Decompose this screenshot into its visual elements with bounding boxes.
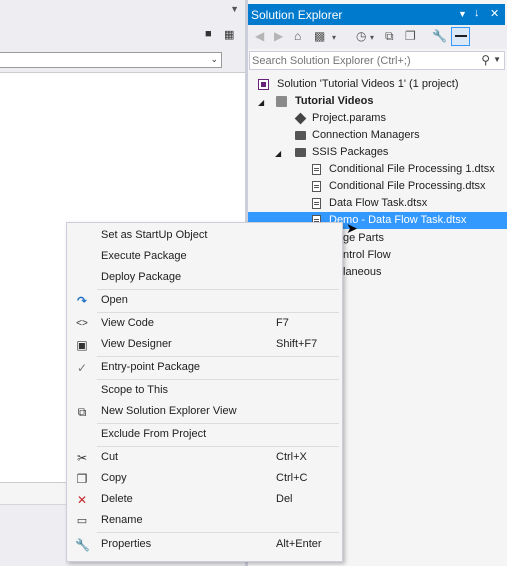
menu-separator: [97, 446, 339, 447]
menu-separator: [97, 379, 339, 380]
tree-item-package[interactable]: Conditional File Processing.dtsx: [312, 178, 505, 195]
minus-icon: [455, 35, 467, 37]
folder-icon: [295, 148, 306, 157]
search-input[interactable]: [252, 54, 472, 68]
collapse-all-icon[interactable]: ⧉: [385, 29, 394, 44]
package-icon: [312, 181, 321, 192]
menu-item-delete[interactable]: ✕ Delete Del: [67, 490, 342, 510]
close-icon[interactable]: ✕: [490, 7, 499, 20]
menu-item-view-code[interactable]: <> View Code F7: [67, 314, 342, 334]
tree-item-package[interactable]: Conditional File Processing 1.dtsx: [312, 161, 505, 178]
pin-icon[interactable]: ↓: [474, 7, 480, 19]
collapse-arrow-icon[interactable]: ◢: [258, 94, 264, 111]
menu-item-open[interactable]: ↷ Open: [67, 291, 342, 311]
tree-item-project-params[interactable]: Project.params: [293, 110, 503, 127]
back-icon[interactable]: ◀: [255, 29, 264, 43]
tree-item-solution[interactable]: Solution 'Tutorial Videos 1' (1 project): [258, 76, 503, 93]
package-icon[interactable]: ■: [205, 28, 212, 40]
chevron-down-icon[interactable]: ▾: [370, 33, 374, 42]
solution-icon: [258, 79, 269, 90]
open-icon: ↷: [76, 294, 88, 308]
solution-explorer-search[interactable]: ⚲ ▼: [249, 51, 505, 70]
menu-separator: [97, 532, 339, 533]
new-view-icon: ⧉: [77, 405, 87, 419]
tree-item-folder[interactable]: ntrol Flow: [343, 247, 503, 264]
mouse-cursor-icon: ➤: [346, 220, 358, 236]
menu-separator: [97, 289, 339, 290]
variables-icon[interactable]: ▦: [224, 28, 234, 41]
chevron-down-icon[interactable]: ▼: [493, 55, 501, 64]
preview-toggle-button[interactable]: [451, 27, 470, 46]
tree-item-folder[interactable]: ge Parts: [343, 230, 503, 247]
chevron-down-icon[interactable]: ▾: [332, 33, 336, 42]
menu-item-view-designer[interactable]: ▣ View Designer Shift+F7: [67, 335, 342, 355]
check-icon: ✓: [76, 361, 88, 375]
chevron-down-icon[interactable]: ▼: [230, 4, 239, 14]
cut-icon: ✂: [76, 451, 88, 465]
tree-item-folder[interactable]: laneous: [343, 264, 503, 281]
menu-separator: [97, 423, 339, 424]
menu-item-properties[interactable]: 🔧 Properties Alt+Enter: [67, 535, 342, 555]
tree-item-connection-managers[interactable]: Connection Managers: [293, 127, 503, 144]
solution-explorer-title: Solution Explorer: [251, 8, 343, 22]
context-menu: Set as StartUp Object Execute Package De…: [66, 222, 343, 562]
params-icon: [294, 112, 307, 125]
designer-icon: ▣: [76, 338, 88, 352]
menu-separator: [97, 356, 339, 357]
solution-explorer-toolbar: ◀ ▶ ⌂ ▩ ▾ ◷ ▾ ⧉ ❐ 🔧: [248, 25, 507, 49]
editor-toolbar: ■ ▦: [0, 24, 245, 46]
code-icon: <>: [76, 318, 88, 329]
solution-explorer-titlebar: Solution Explorer ▼ ↓ ✕: [248, 4, 505, 25]
search-icon[interactable]: ⚲: [481, 53, 490, 67]
menu-item-exclude-from-project[interactable]: Exclude From Project: [67, 425, 342, 445]
chevron-down-icon: ⌄: [210, 54, 218, 64]
rename-icon: ▭: [76, 515, 88, 527]
chevron-down-icon[interactable]: ▼: [458, 9, 467, 19]
menu-item-set-startup[interactable]: Set as StartUp Object: [67, 226, 342, 246]
menu-item-entry-point-package[interactable]: ✓ Entry-point Package: [67, 358, 342, 378]
editor-dropdown[interactable]: ⌄: [0, 52, 222, 68]
wrench-icon[interactable]: 🔧: [432, 29, 447, 43]
package-icon: [312, 198, 321, 209]
package-icon: [312, 164, 321, 175]
sync-icon[interactable]: ▩: [314, 29, 325, 43]
home-icon[interactable]: ⌂: [294, 29, 301, 43]
tree-item-project[interactable]: ◢ Tutorial Videos: [256, 93, 501, 110]
history-icon[interactable]: ◷: [356, 29, 366, 43]
tree-item-package[interactable]: Data Flow Task.dtsx: [312, 195, 505, 212]
menu-separator: [97, 312, 339, 313]
menu-item-execute-package[interactable]: Execute Package: [67, 247, 342, 267]
menu-item-scope-to-this[interactable]: Scope to This: [67, 381, 342, 401]
show-all-files-icon[interactable]: ❐: [405, 29, 416, 43]
menu-item-copy[interactable]: ❐ Copy Ctrl+C: [67, 469, 342, 489]
menu-item-rename[interactable]: ▭ Rename: [67, 511, 342, 531]
forward-icon[interactable]: ▶: [274, 29, 283, 43]
ssis-project-icon: [276, 96, 287, 107]
menu-item-deploy-package[interactable]: Deploy Package: [67, 268, 342, 288]
collapse-arrow-icon[interactable]: ◢: [275, 145, 281, 162]
wrench-icon: 🔧: [75, 538, 90, 552]
menu-item-new-solution-explorer-view[interactable]: ⧉ New Solution Explorer View: [67, 402, 342, 422]
copy-icon: ❐: [76, 472, 88, 486]
menu-item-cut[interactable]: ✂ Cut Ctrl+X: [67, 448, 342, 468]
editor-tab-strip: ▼: [0, 0, 245, 22]
delete-icon: ✕: [76, 493, 88, 507]
tree-item-ssis-packages[interactable]: ◢ SSIS Packages: [275, 144, 503, 161]
folder-icon: [295, 131, 306, 140]
